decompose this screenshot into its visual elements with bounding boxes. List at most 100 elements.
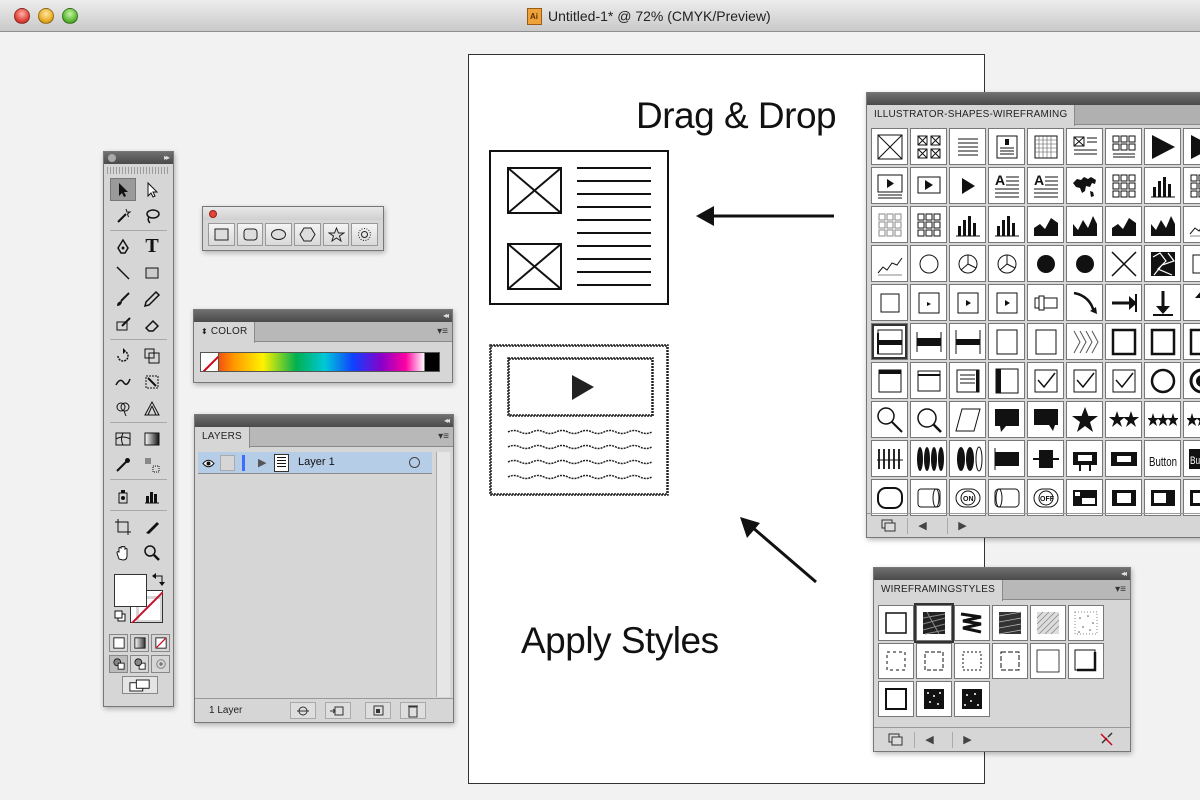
graphic-style-texture[interactable] <box>916 681 952 717</box>
panel-menu-icon[interactable]: ▾≡ <box>438 431 449 442</box>
symbol-ring[interactable] <box>1144 362 1181 399</box>
symbol-tallbox2[interactable] <box>1144 323 1181 360</box>
shape-builder-tool[interactable] <box>110 396 136 419</box>
symbol-map[interactable] <box>1066 167 1103 204</box>
symbol-btntext[interactable]: Button <box>1144 440 1181 477</box>
symbol-doc[interactable] <box>988 128 1025 165</box>
symbol-atext[interactable]: A <box>988 167 1025 204</box>
symbol-playbox2[interactable] <box>910 167 947 204</box>
symbol-tbox2[interactable] <box>910 362 947 399</box>
graphic-style-speckle[interactable] <box>1068 605 1104 641</box>
tab-illustrator-shapes-wireframing[interactable]: ILLUSTRATOR-SHAPES-WIREFRAMING <box>867 105 1076 126</box>
column-graph-tool[interactable] <box>139 484 165 507</box>
zoom-tool[interactable] <box>139 541 165 564</box>
collapse-icon[interactable]: ◂◂ <box>443 311 449 320</box>
symbol-downarrow[interactable] <box>1144 284 1181 321</box>
symbol-boxsm[interactable] <box>1183 245 1200 282</box>
minimize-window-button[interactable] <box>38 8 54 24</box>
symbol-bigx[interactable] <box>1105 245 1142 282</box>
gradient-tool[interactable] <box>139 427 165 450</box>
triangle-right-icon[interactable]: ▶ <box>258 456 266 469</box>
symbol-boxslider[interactable] <box>1027 284 1064 321</box>
symbol-stars3[interactable] <box>1183 401 1200 438</box>
layer-row[interactable]: ▶ Layer 1 <box>198 452 432 474</box>
symbol-pill[interactable] <box>871 479 908 516</box>
panel-menu-icon[interactable]: ▾≡ <box>1115 584 1126 595</box>
symbol-gridsm[interactable] <box>871 206 908 243</box>
lasso-tool[interactable] <box>139 204 165 227</box>
polygon-button[interactable] <box>294 223 321 246</box>
star-button[interactable] <box>322 223 350 246</box>
selection-tool[interactable] <box>110 178 136 201</box>
symbol-hatch[interactable] <box>1027 128 1064 165</box>
symbol-play[interactable] <box>1144 128 1181 165</box>
fill-stroke-swatches[interactable] <box>104 570 173 628</box>
type-tool[interactable]: T <box>139 235 165 258</box>
symbol-area[interactable] <box>1027 206 1064 243</box>
close-flyout-button[interactable] <box>209 210 217 218</box>
rounded-rectangle-button[interactable] <box>236 223 264 246</box>
symbol-speech2[interactable] <box>1027 401 1064 438</box>
symbol-check[interactable] <box>1066 362 1103 399</box>
default-colors-icon[interactable] <box>114 610 126 622</box>
color-mode-button[interactable] <box>109 634 128 652</box>
rectangle-tool[interactable] <box>139 261 165 284</box>
symbol-area[interactable] <box>1105 206 1142 243</box>
symbol-ticks[interactable] <box>871 440 908 477</box>
graphic-style-texture2[interactable] <box>954 681 990 717</box>
close-window-button[interactable] <box>14 8 30 24</box>
blob-brush-tool[interactable] <box>110 313 136 336</box>
expand-icon[interactable]: ▸▸ <box>164 153 170 162</box>
symbol-cyl[interactable] <box>910 479 947 516</box>
pencil-tool[interactable] <box>139 287 165 310</box>
symbol-boxarrow[interactable] <box>949 284 986 321</box>
delete-layer-button[interactable] <box>400 702 426 719</box>
symbol-squares[interactable] <box>1183 167 1200 204</box>
symbol-bars[interactable] <box>949 206 986 243</box>
collapse-icon[interactable]: ◂◂ <box>444 416 450 425</box>
gradient-mode-button[interactable] <box>130 634 149 652</box>
symbol-chevrons[interactable] <box>1066 323 1103 360</box>
symbol-playsmall[interactable] <box>949 167 986 204</box>
symbol-tbox[interactable] <box>871 362 908 399</box>
symbol-hbar2[interactable] <box>910 323 947 360</box>
symbol-squares[interactable] <box>1105 167 1142 204</box>
symbol-plug[interactable] <box>1066 440 1103 477</box>
flyout-header[interactable] <box>203 207 383 220</box>
eye-icon[interactable] <box>202 457 215 471</box>
symbol-dot[interactable] <box>1027 245 1064 282</box>
symbol-libraries-menu-icon[interactable] <box>875 518 905 534</box>
symbol-tallbox2[interactable] <box>1105 323 1142 360</box>
line-tool[interactable] <box>110 261 136 284</box>
tools-panel-header[interactable]: ▸▸ <box>104 152 173 164</box>
graphic-style-dashed4[interactable] <box>992 643 1028 679</box>
symbol-slider[interactable] <box>1027 440 1064 477</box>
symbol-check[interactable] <box>1027 362 1064 399</box>
symbol-pie[interactable] <box>988 245 1025 282</box>
symbol-stars2[interactable] <box>1105 401 1142 438</box>
symbol-tallbox[interactable] <box>988 323 1025 360</box>
close-dot-icon[interactable] <box>108 154 116 162</box>
style-libraries-menu-icon[interactable] <box>882 732 912 748</box>
symbol-hbar[interactable] <box>871 323 908 360</box>
symbol-circle[interactable] <box>910 245 947 282</box>
flare-button[interactable] <box>351 223 379 246</box>
symbol-sprayer-tool[interactable] <box>110 484 136 507</box>
symbol-xbox[interactable] <box>871 128 908 165</box>
rectangle-shape-button[interactable] <box>208 223 235 246</box>
symbol-atext[interactable]: A <box>1027 167 1064 204</box>
symbol-play[interactable] <box>1183 128 1200 165</box>
symbol-blackbar[interactable] <box>988 440 1025 477</box>
none-color-swatch[interactable] <box>200 352 219 372</box>
symbol-xgrid2[interactable] <box>1105 128 1142 165</box>
graphic-style-crosshatch[interactable] <box>992 605 1028 641</box>
symbol-hbar3[interactable] <box>949 323 986 360</box>
previous-library-button[interactable]: ◀ <box>914 732 944 748</box>
symbol-squares[interactable] <box>910 206 947 243</box>
draw-normal-button[interactable] <box>109 655 128 673</box>
symbol-mag[interactable] <box>871 401 908 438</box>
styles-panel-header[interactable]: ◂◂ <box>874 568 1130 580</box>
symbol-tabbar3[interactable] <box>1144 479 1181 516</box>
symbol-dot[interactable] <box>1066 245 1103 282</box>
symbol-boxcorner[interactable] <box>910 284 947 321</box>
